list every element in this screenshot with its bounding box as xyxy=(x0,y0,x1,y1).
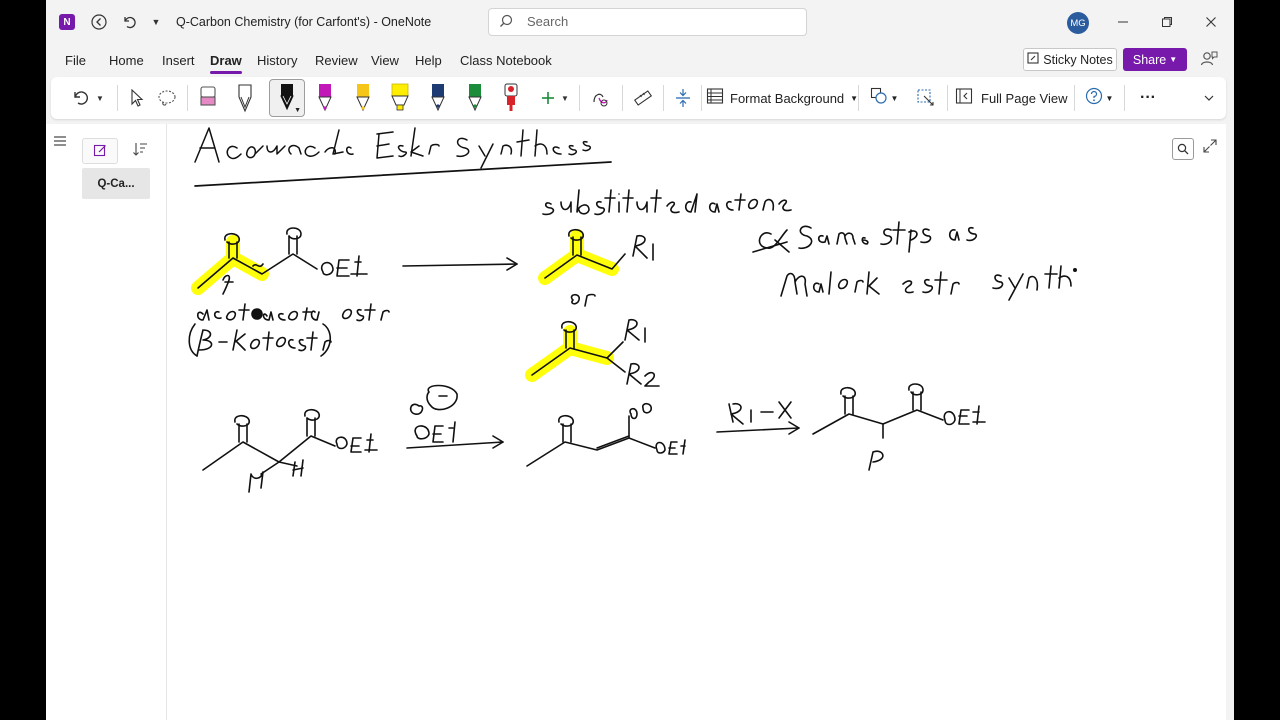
eraser-icon[interactable] xyxy=(196,77,220,119)
reaction-arrow-1 xyxy=(402,257,518,271)
full-page-view-label: Full Page View xyxy=(981,90,1068,106)
or-label xyxy=(570,293,596,307)
chevron-down-icon: ▼ xyxy=(850,93,859,103)
magenta-pen-icon[interactable] xyxy=(313,77,337,119)
back-icon[interactable] xyxy=(89,12,109,32)
share-label: Share xyxy=(1132,52,1167,67)
add-pen-icon[interactable] xyxy=(535,77,561,119)
page-navigation-pane: Q-Ca... xyxy=(74,124,167,720)
select-cursor-icon[interactable] xyxy=(124,77,150,119)
menu-home[interactable]: Home xyxy=(109,53,144,68)
shapes-button[interactable]: ▼ xyxy=(866,77,902,119)
insert-space-icon[interactable] xyxy=(670,77,696,119)
black-pen-selected[interactable]: ▼ xyxy=(269,79,305,117)
share-button[interactable]: Share ▼ xyxy=(1123,48,1187,71)
format-background-label: Format Background xyxy=(730,90,845,106)
menu-history[interactable]: History xyxy=(257,53,297,68)
menu-file[interactable]: File xyxy=(65,53,86,68)
menu-review[interactable]: Review xyxy=(315,53,358,68)
menu-draw[interactable]: Draw xyxy=(210,53,242,74)
lasso-select-icon[interactable] xyxy=(154,77,180,119)
title-underline xyxy=(194,161,612,187)
sticky-notes-label: Sticky Notes xyxy=(1043,52,1113,67)
ribbon-undo-icon[interactable] xyxy=(65,77,95,119)
enolate-structure xyxy=(526,402,686,467)
onenote-window: N ▼ Q-Carbon Chemistry (for Carfont's) -… xyxy=(46,0,1234,720)
content-area: Q-Ca... xyxy=(46,124,1226,720)
chevron-down-icon: ▼ xyxy=(1169,55,1178,64)
search-icon xyxy=(499,14,513,31)
note-same-steps xyxy=(752,221,1077,301)
chevron-down-icon: ▼ xyxy=(890,93,899,103)
navy-pen-icon[interactable] xyxy=(426,77,450,119)
format-background-icon xyxy=(706,87,724,110)
handwriting-ink xyxy=(188,127,1077,493)
sticky-notes-button[interactable]: Sticky Notes xyxy=(1023,48,1117,71)
help-button[interactable]: ▼ xyxy=(1081,77,1117,119)
sticky-note-icon xyxy=(1027,52,1039,67)
draw-ribbon: ▼ ▼ ▼ Format Background ▼ ▼ Full Page Vi… xyxy=(51,77,1226,119)
yellow-pen-icon[interactable] xyxy=(351,77,375,119)
ribbon-collapse-icon[interactable] xyxy=(1199,77,1219,119)
page-list-item[interactable]: Q-Ca... xyxy=(82,168,150,199)
full-page-view-button[interactable]: Full Page View xyxy=(955,77,1067,119)
pencil-icon[interactable] xyxy=(233,77,257,119)
alkylated-product-structure xyxy=(812,383,986,471)
sort-pages-icon[interactable] xyxy=(132,141,148,160)
avatar[interactable]: MG xyxy=(1067,12,1089,34)
add-page-button[interactable] xyxy=(82,138,118,164)
full-page-view-icon xyxy=(955,87,973,110)
window-title: Q-Carbon Chemistry (for Carfont's) - One… xyxy=(176,15,432,29)
onenote-logo-icon: N xyxy=(59,14,75,30)
restore-icon[interactable] xyxy=(1153,8,1181,36)
minimize-icon[interactable] xyxy=(1109,8,1137,36)
chevron-down-icon: ▼ xyxy=(1105,93,1114,103)
pen-dropdown-icon[interactable]: ▼ xyxy=(294,107,301,114)
add-pen-dropdown-icon[interactable]: ▼ xyxy=(559,77,571,119)
menu-help[interactable]: Help xyxy=(415,53,442,68)
search-input[interactable] xyxy=(525,13,779,30)
more-options-icon[interactable]: ··· xyxy=(1133,77,1163,119)
quick-access-dropdown-icon[interactable]: ▼ xyxy=(146,12,166,32)
yellow-highlighter-icon[interactable] xyxy=(387,77,413,119)
ruler-icon[interactable] xyxy=(630,77,656,119)
red-marker-icon[interactable] xyxy=(499,77,523,119)
green-pen-icon[interactable] xyxy=(463,77,487,119)
navigation-menu-icon[interactable] xyxy=(53,134,67,151)
reaction-arrow-3 xyxy=(716,421,800,435)
close-icon[interactable] xyxy=(1197,8,1225,36)
undo-dropdown-icon[interactable]: ▼ xyxy=(93,77,107,119)
yellow-highlight-marks xyxy=(191,229,619,382)
title-bar: N ▼ Q-Carbon Chemistry (for Carfont's) -… xyxy=(46,0,1234,44)
help-icon xyxy=(1085,87,1103,110)
shapes-icon xyxy=(870,87,888,110)
acetoacetic-ester-caption xyxy=(188,303,390,357)
substituted-acetone-label xyxy=(542,189,792,216)
menu-insert[interactable]: Insert xyxy=(162,53,195,68)
search-box[interactable] xyxy=(488,8,807,36)
ink-to-shape-icon[interactable] xyxy=(588,77,614,119)
menu-view[interactable]: View xyxy=(371,53,399,68)
add-page-icon xyxy=(93,143,107,160)
format-background-button[interactable]: Format Background ▼ xyxy=(706,77,858,119)
undo-icon[interactable] xyxy=(119,12,139,32)
menu-class-notebook[interactable]: Class Notebook xyxy=(460,53,552,68)
bottom-ester-structure xyxy=(202,408,378,493)
note-canvas[interactable] xyxy=(167,124,1226,720)
alkyl-halide-reagent xyxy=(728,401,792,425)
base-ethoxide-reagent xyxy=(409,384,458,443)
feedback-icon[interactable] xyxy=(1200,50,1218,73)
title-ink xyxy=(194,127,592,169)
reaction-arrow-2 xyxy=(406,435,504,449)
lock-drawing-icon[interactable] xyxy=(913,77,939,119)
